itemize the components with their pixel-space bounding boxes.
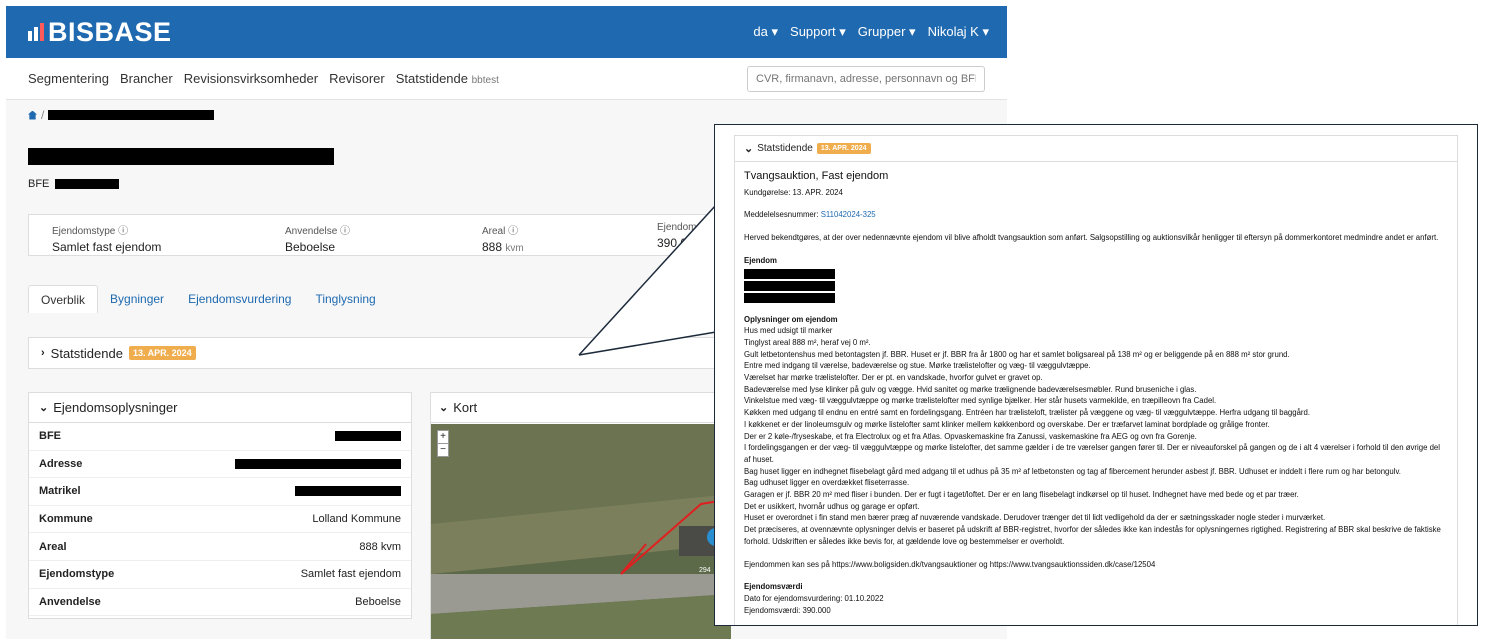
vurdering-heading: Ejendomsværdi xyxy=(744,582,803,592)
desc-line: Entre med indgang til værelse, badeværel… xyxy=(744,361,1091,371)
desc-line: Vinkelstue med væg- til væggulvtæppe og … xyxy=(744,396,1217,406)
desc-line: I fordelingsgangen er der væg- til væggu… xyxy=(744,443,1440,464)
desc-line: Badeværelse med lyse klinker på gulv og … xyxy=(744,384,1197,394)
desc-line: Det er usikkert, hvornår udhus og garage… xyxy=(744,501,920,511)
desc-line: Huset er overordnet i fin stand men bære… xyxy=(744,513,1326,523)
date-badge: 13. APR. 2024 xyxy=(816,143,871,154)
meddelelse-link[interactable]: S11042024-325 xyxy=(821,210,876,219)
kundgoerelse-date: Kundgørelse: 13. APR. 2024 xyxy=(744,187,843,197)
intro-text: Herved bekendtgøres, at der over nedennæ… xyxy=(744,233,1439,243)
desc-line: Tinglyst areal 888 m², heraf vej 0 m². xyxy=(744,337,871,347)
chevron-down-icon: ⌄ xyxy=(744,143,754,155)
redacted-line xyxy=(744,268,835,279)
desc-line: Garagen er jf. BBR 20 m² med fliser i bu… xyxy=(744,490,1299,500)
announcement-title: Tvangsauktion, Fast ejendom xyxy=(744,170,889,182)
vurdering-date: Dato for ejendomsvurdering: 01.10.2022 xyxy=(744,593,884,603)
ejendom-heading: Ejendom xyxy=(744,255,777,265)
callout-header[interactable]: ⌄ Statstidende 13. APR. 2024 xyxy=(735,136,1457,162)
redacted-line xyxy=(744,280,835,291)
vurdering-value: Ejendomsværdi: 390.000 xyxy=(744,605,831,615)
statstidende-callout: ⌄ Statstidende 13. APR. 2024 Tvangsaukti… xyxy=(714,124,1478,626)
desc-line: Gult letbetontenshus med betontagsten jf… xyxy=(744,349,1290,359)
desc-line: I køkkenet er der linoleumsgulv og mørke… xyxy=(744,419,1270,429)
links-line: Ejendommen kan ses på https://www.boligs… xyxy=(744,559,1156,569)
desc-line: Bag udhuset ligger en overdækket flisete… xyxy=(744,478,910,488)
desc-line: Køkken med udgang til endnu en entré sam… xyxy=(744,408,1311,418)
desc-line: Der er 2 køle-/fryseskabe, et fra Electr… xyxy=(744,431,1197,441)
desc-line: Bag huset ligger en indhegnet flisebelag… xyxy=(744,466,1401,476)
redacted-line xyxy=(744,292,835,303)
meddelelse-line: Meddelelsesnummer: S11042024-325 xyxy=(744,210,876,220)
desc-line: Det præciseres, at ovennævnte oplysninge… xyxy=(744,525,1441,546)
callout-panel: ⌄ Statstidende 13. APR. 2024 Tvangsaukti… xyxy=(734,135,1458,625)
desc-line: Hus med udsigt til marker xyxy=(744,326,833,336)
announcement-body: Tvangsauktion, Fast ejendom Kundgørelse:… xyxy=(735,162,1457,616)
screenshot-stage: BISBASE da ▾ Support ▾ Grupper ▾ Nikolaj… xyxy=(0,0,1492,639)
oplysninger-heading: Oplysninger om ejendom xyxy=(744,314,838,324)
desc-line: Værelset har mørke trælistelofter. Der e… xyxy=(744,373,1043,383)
